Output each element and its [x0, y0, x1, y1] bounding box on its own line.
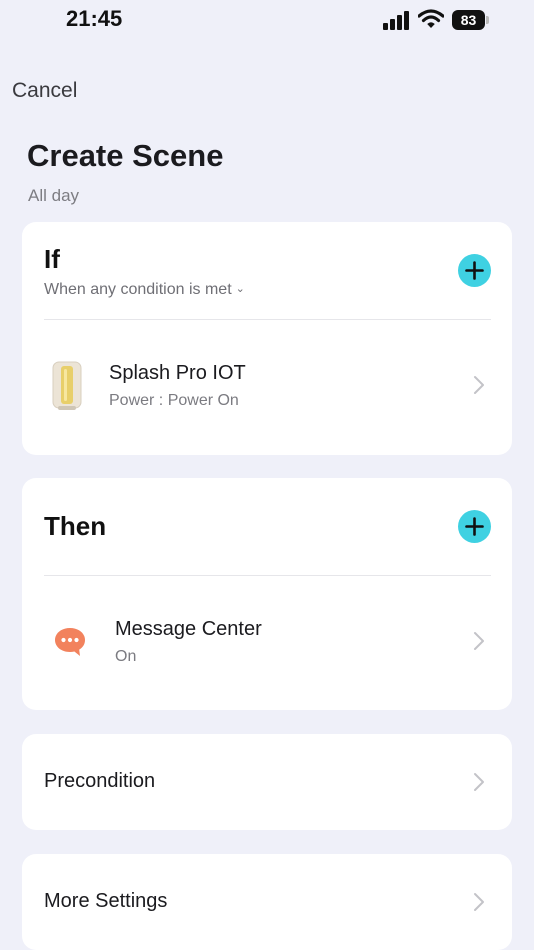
- precondition-label: Precondition: [44, 770, 156, 792]
- action-item-title: Message Center: [115, 618, 262, 640]
- divider: [44, 575, 491, 576]
- plus-icon: [465, 261, 484, 280]
- device-thumbnail-icon: [52, 361, 82, 410]
- more-settings-label: More Settings: [44, 890, 168, 912]
- battery-tip: [486, 16, 489, 24]
- condition-item-detail: Power : Power On: [109, 392, 239, 409]
- status-time: 21:45: [66, 6, 123, 31]
- battery-indicator: 83: [452, 10, 490, 30]
- battery-level: 83: [452, 10, 485, 30]
- condition-mode-select[interactable]: When any condition is met ⌄: [44, 281, 245, 299]
- chevron-right-icon: [474, 893, 484, 911]
- status-bar: 21:45 83: [0, 0, 534, 44]
- action-item[interactable]: Message Center On: [22, 616, 512, 672]
- chevron-right-icon: [474, 632, 484, 650]
- message-bubble-icon: [55, 628, 85, 656]
- plus-icon: [465, 517, 484, 536]
- wifi-icon: [418, 9, 444, 28]
- if-card: If When any condition is met ⌄ Splash Pro…: [22, 222, 512, 455]
- chevron-right-icon: [474, 773, 484, 791]
- condition-mode-label: When any condition is met: [44, 281, 232, 298]
- then-heading: Then: [44, 511, 107, 541]
- chevron-right-icon: [474, 376, 484, 394]
- condition-item[interactable]: Splash Pro IOT Power : Power On: [22, 360, 512, 416]
- add-condition-button[interactable]: [458, 254, 491, 287]
- cancel-button[interactable]: Cancel: [12, 79, 77, 103]
- schedule-subtitle[interactable]: All day: [28, 186, 79, 206]
- action-item-detail: On: [115, 648, 137, 665]
- divider: [44, 319, 491, 320]
- then-card: Then Message Center On: [22, 478, 512, 710]
- cellular-signal-icon: [383, 11, 409, 30]
- if-heading: If: [44, 244, 60, 274]
- add-action-button[interactable]: [458, 510, 491, 543]
- condition-item-title: Splash Pro IOT: [109, 362, 246, 384]
- precondition-row[interactable]: Precondition: [22, 734, 512, 830]
- chevron-down-icon: ⌄: [235, 283, 245, 295]
- page-title: Create Scene: [27, 138, 224, 173]
- more-settings-row[interactable]: More Settings: [22, 854, 512, 950]
